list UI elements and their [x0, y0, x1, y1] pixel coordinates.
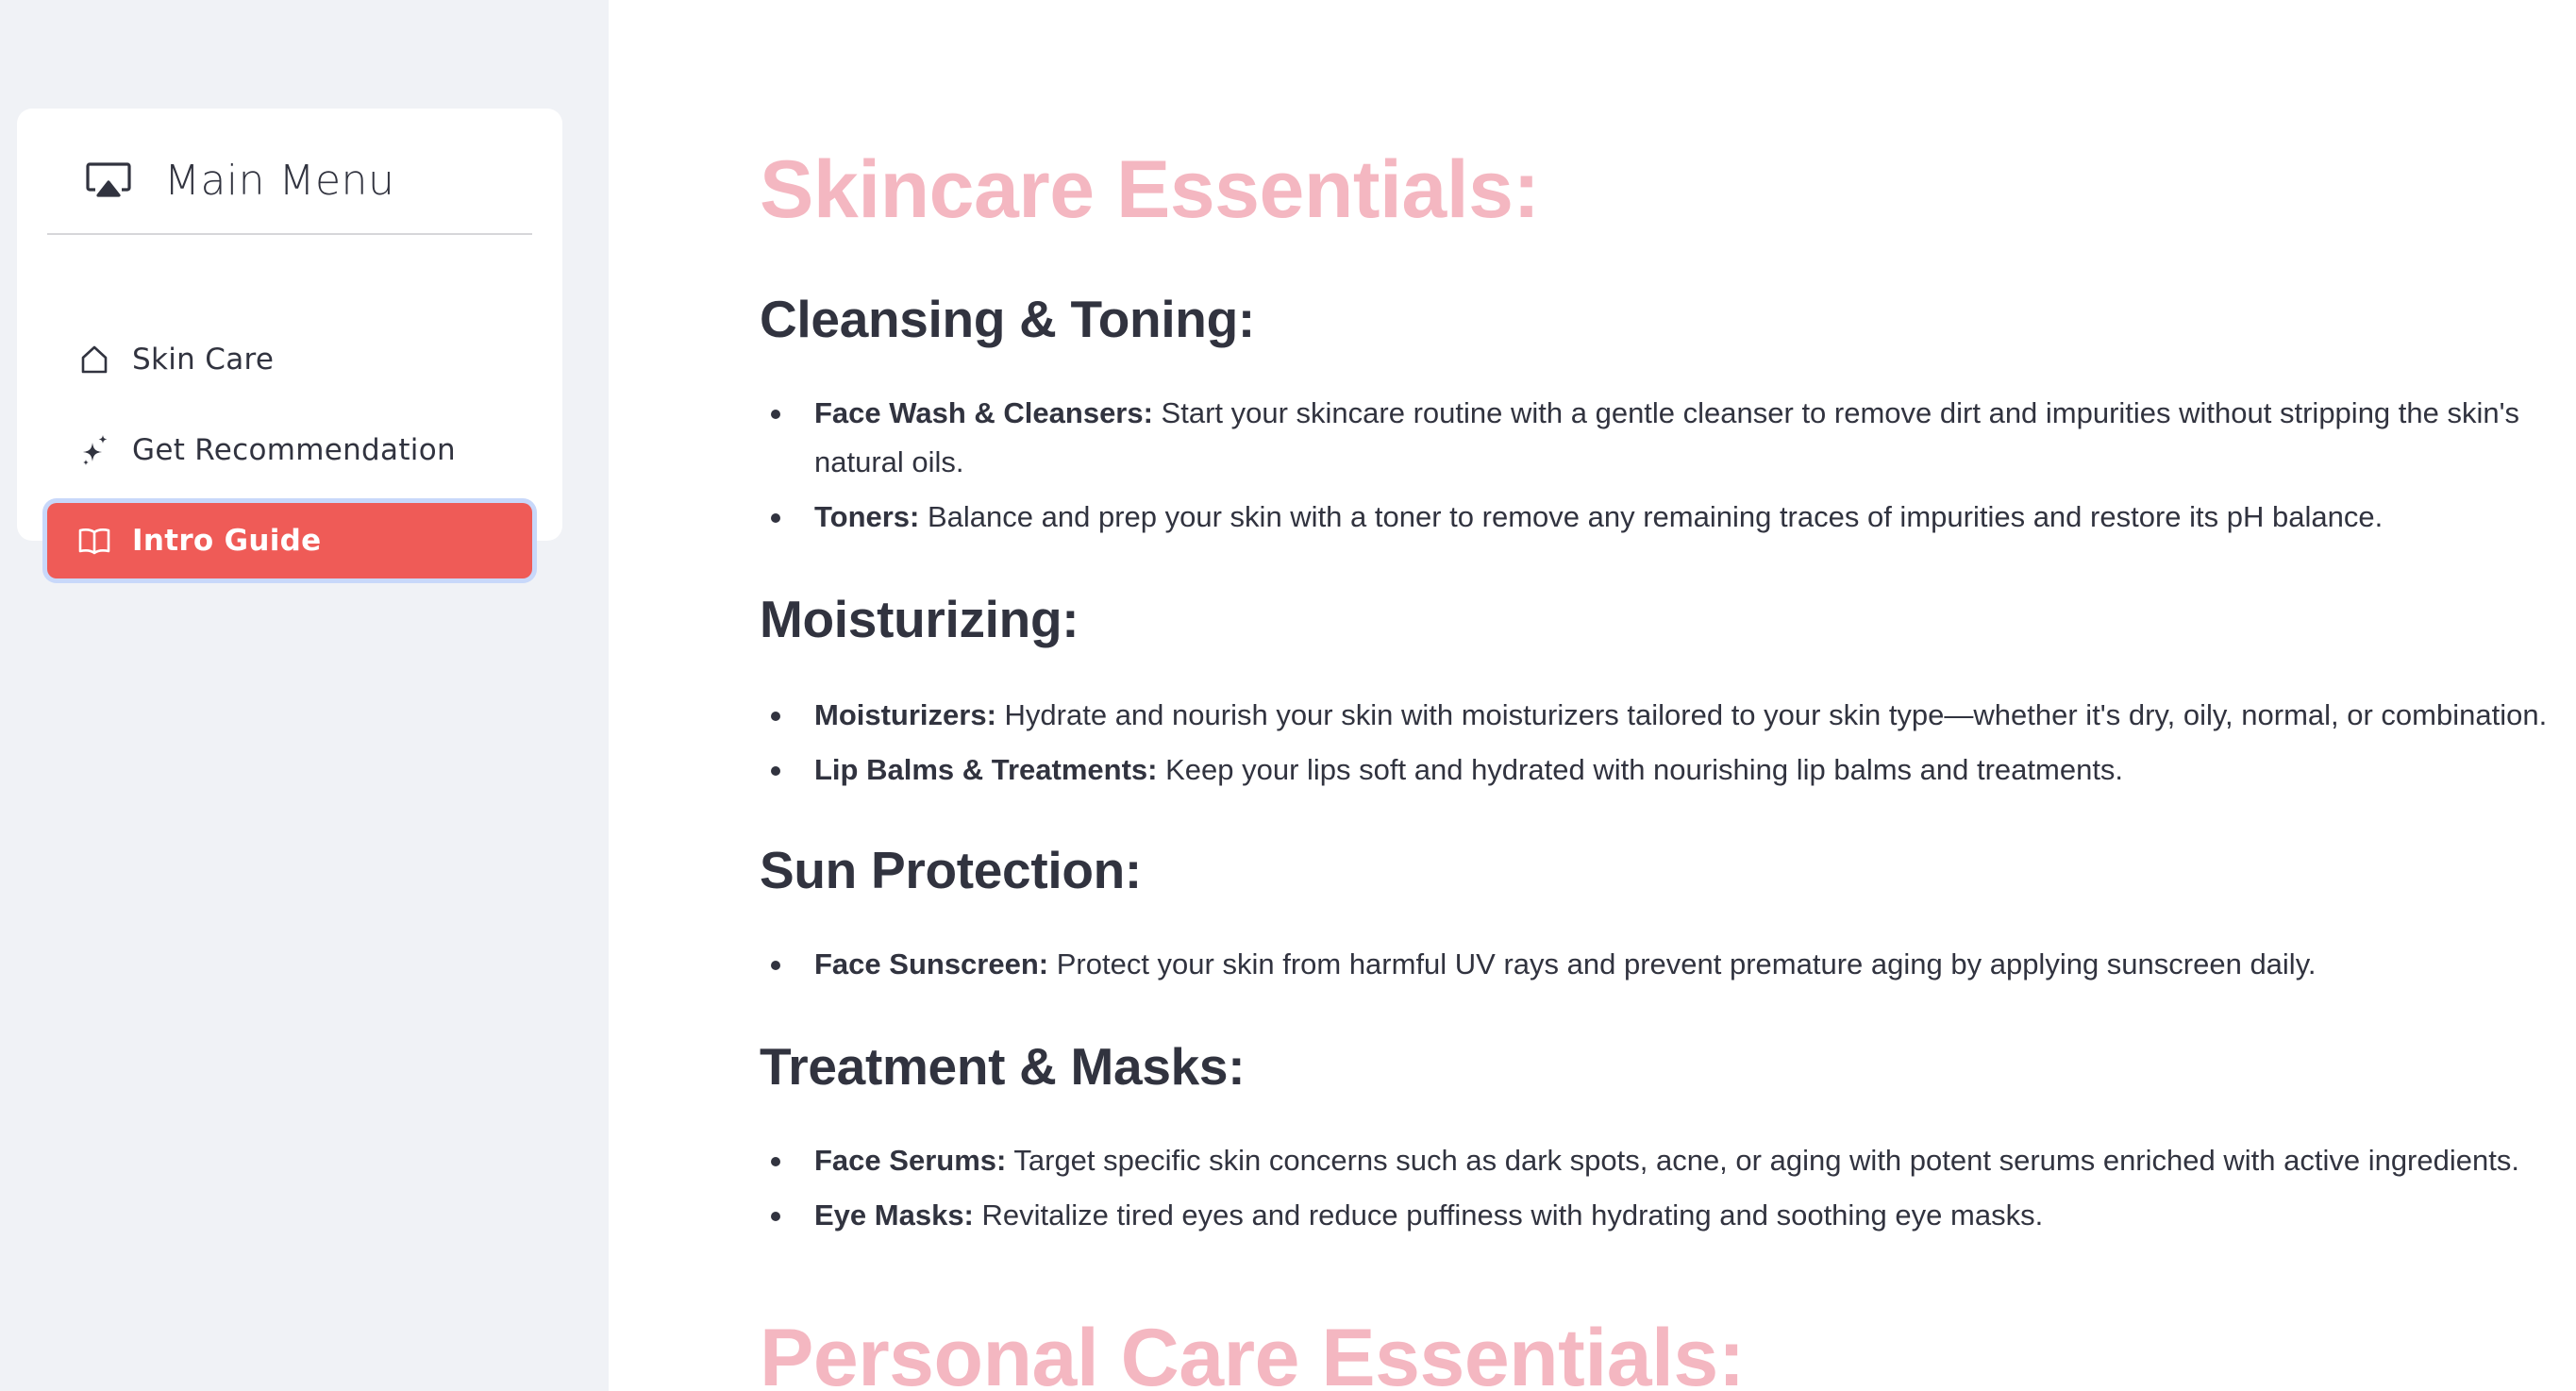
item-term: Face Sunscreen:	[814, 947, 1049, 980]
app: Main Menu Skin Care Get Recommendation I…	[0, 0, 2576, 1391]
sidebar-item-label: Skin Care	[132, 343, 275, 377]
section-heading-moisturizing: Moisturizing:	[760, 590, 1079, 648]
section-heading-sun-protection: Sun Protection:	[760, 841, 1142, 899]
item-term: Moisturizers:	[814, 698, 996, 731]
list-moisturizing: Moisturizers: Hydrate and nourish your s…	[760, 691, 2552, 800]
list-item: Face Serums: Target specific skin concer…	[760, 1136, 2552, 1185]
sparkles-icon	[77, 433, 111, 467]
list-item: Face Wash & Cleansers: Start your skinca…	[760, 389, 2552, 487]
section-heading-cleansing-toning: Cleansing & Toning:	[760, 290, 1255, 348]
sidebar-item-label: Get Recommendation	[132, 433, 456, 467]
home-icon	[77, 343, 111, 377]
main-menu-header: Main Menu	[47, 144, 532, 235]
list-treatment-masks: Face Serums: Target specific skin concer…	[760, 1136, 2552, 1246]
airplay-icon	[85, 161, 132, 199]
list-sun-protection: Face Sunscreen: Protect your skin from h…	[760, 940, 2552, 995]
item-term: Eye Masks:	[814, 1198, 974, 1232]
item-term: Lip Balms & Treatments:	[814, 753, 1158, 786]
list-cleansing-toning: Face Wash & Cleansers: Start your skinca…	[760, 389, 2552, 547]
list-item: Face Sunscreen: Protect your skin from h…	[760, 940, 2552, 989]
sidebar: Main Menu Skin Care Get Recommendation I…	[0, 0, 609, 1391]
main-menu-card: Main Menu Skin Care Get Recommendation I…	[17, 109, 562, 578]
skincare-essentials-title: Skincare Essentials:	[760, 144, 1540, 235]
list-item: Lip Balms & Treatments: Keep your lips s…	[760, 746, 2552, 795]
item-text: Hydrate and nourish your skin with moist…	[995, 698, 2548, 731]
item-text: Keep your lips soft and hydrated with no…	[1157, 753, 2124, 786]
section-heading-treatment-masks: Treatment & Masks:	[760, 1037, 1246, 1096]
list-item: Moisturizers: Hydrate and nourish your s…	[760, 691, 2552, 740]
item-text: Revitalize tired eyes and reduce puffine…	[973, 1198, 2044, 1232]
sidebar-item-skin-care[interactable]: Skin Care	[47, 322, 532, 397]
list-item: Eye Masks: Revitalize tired eyes and red…	[760, 1191, 2552, 1240]
item-text: Protect your skin from harmful UV rays a…	[1048, 947, 2317, 980]
item-term: Face Serums:	[814, 1144, 1007, 1177]
item-text: Target specific skin concerns such as da…	[1006, 1144, 2519, 1177]
item-term: Toners:	[814, 500, 920, 533]
sidebar-item-get-recommendation[interactable]: Get Recommendation	[47, 412, 532, 488]
list-item: Toners: Balance and prep your skin with …	[760, 493, 2552, 542]
item-term: Face Wash & Cleansers:	[814, 396, 1153, 429]
personal-care-essentials-title: Personal Care Essentials:	[760, 1313, 1745, 1391]
book-icon	[77, 524, 111, 558]
main-menu-title: Main Menu	[164, 156, 395, 205]
main-content: Skincare Essentials: Cleansing & Toning:…	[609, 0, 2576, 1391]
sidebar-item-intro-guide[interactable]: Intro Guide	[47, 503, 532, 578]
item-text: Balance and prep your skin with a toner …	[919, 500, 2384, 533]
sidebar-item-label: Intro Guide	[132, 524, 322, 558]
